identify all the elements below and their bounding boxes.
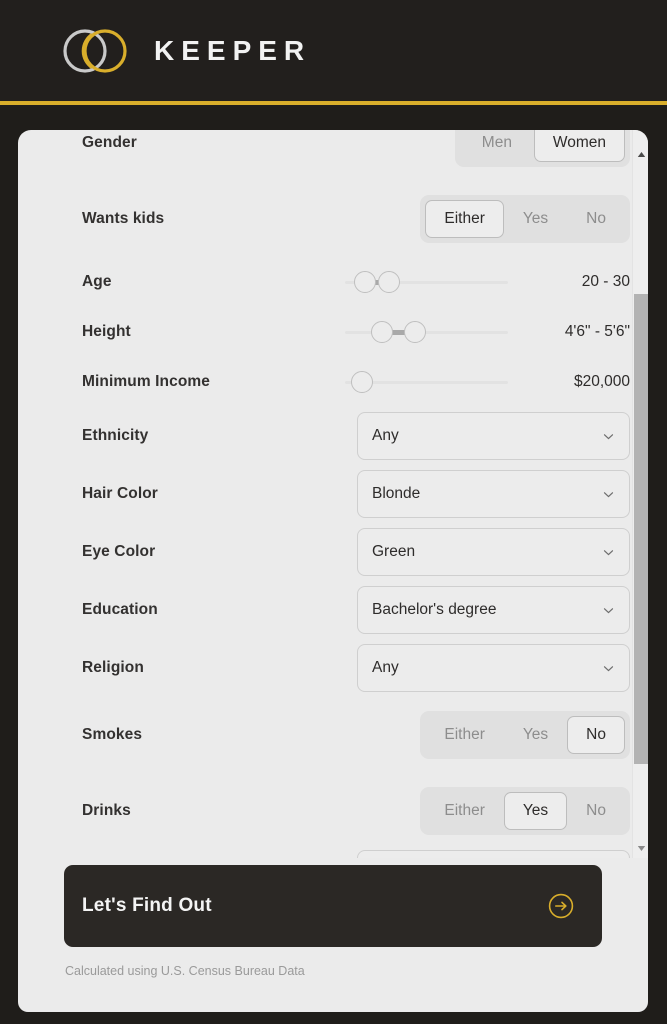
filter-control-gender: Men Women xyxy=(454,130,630,167)
segment-drinks-no[interactable]: No xyxy=(567,792,625,830)
segment-wants-kids-no[interactable]: No xyxy=(567,200,625,238)
segmented-control-drinks: Either Yes No xyxy=(420,787,630,835)
chevron-down-icon xyxy=(603,665,614,671)
range-slider-height[interactable] xyxy=(345,319,508,345)
segment-smokes-either[interactable]: Either xyxy=(425,716,504,754)
chevron-down-icon xyxy=(603,607,614,613)
slider-handle-max[interactable] xyxy=(404,321,426,343)
scrollbar-up-button[interactable] xyxy=(633,146,648,162)
filter-control-drinks: Either Yes No xyxy=(420,787,630,835)
filter-row-partial xyxy=(18,849,630,858)
filter-row-education: Education Bachelor's degree xyxy=(18,581,630,639)
triangle-up-icon xyxy=(637,151,645,157)
filters-list: Gender Men Women Wants kids Either Yes N… xyxy=(18,130,630,858)
slider-track xyxy=(345,331,508,334)
filter-label-smokes: Smokes xyxy=(82,726,143,743)
segment-wants-kids-yes[interactable]: Yes xyxy=(504,200,567,238)
header-accent-rule xyxy=(0,101,667,105)
segment-smokes-yes[interactable]: Yes xyxy=(504,716,567,754)
filter-control-wants-kids: Either Yes No xyxy=(420,195,630,243)
filters-card: Gender Men Women Wants kids Either Yes N… xyxy=(18,130,648,1012)
filter-label-height: Height xyxy=(82,323,131,340)
segment-drinks-yes[interactable]: Yes xyxy=(503,792,568,830)
filter-control-religion: Any xyxy=(357,644,630,692)
filters-scroll-viewport[interactable]: Gender Men Women Wants kids Either Yes N… xyxy=(18,130,648,858)
dropdown-hair-color[interactable]: Blonde xyxy=(357,470,630,518)
segment-smokes-no[interactable]: No xyxy=(567,716,625,754)
filter-value-height: 4'6" - 5'6" xyxy=(564,323,630,340)
segment-gender-women[interactable]: Women xyxy=(533,130,625,162)
filter-control-smokes: Either Yes No xyxy=(420,711,630,759)
segment-wants-kids-either[interactable]: Either xyxy=(425,200,504,238)
segment-drinks-either[interactable]: Either xyxy=(425,792,504,830)
filter-control-hair-color: Blonde xyxy=(357,470,630,518)
slider-handle-min[interactable] xyxy=(354,271,376,293)
filter-label-religion: Religion xyxy=(82,659,144,676)
brand-wordmark: KEEPER xyxy=(154,34,312,66)
scrollbar-thumb[interactable] xyxy=(634,294,648,764)
filter-control-minimum-income: $20,000 xyxy=(345,369,630,395)
lets-find-out-button[interactable]: Let's Find Out xyxy=(64,865,602,947)
filter-control-eye-color: Green xyxy=(357,528,630,576)
dropdown-education[interactable]: Bachelor's degree xyxy=(357,586,630,634)
filter-value-age: 20 - 30 xyxy=(581,273,630,290)
filter-label-eye-color: Eye Color xyxy=(82,543,156,560)
slider-handle-min[interactable] xyxy=(371,321,393,343)
filter-row-eye-color: Eye Color Green xyxy=(18,523,630,581)
dropdown-value-education: Bachelor's degree xyxy=(372,601,497,618)
dropdown-ethnicity[interactable]: Any xyxy=(357,412,630,460)
dropdown-religion[interactable]: Any xyxy=(357,644,630,692)
scrollbar-down-button[interactable] xyxy=(633,840,648,856)
filter-control-education: Bachelor's degree xyxy=(357,586,630,634)
filter-row-religion: Religion Any xyxy=(18,639,630,697)
filter-label-gender: Gender xyxy=(82,134,137,151)
filter-row-wants-kids: Wants kids Either Yes No xyxy=(18,181,630,257)
filter-row-ethnicity: Ethnicity Any xyxy=(18,407,630,465)
arrow-right-circle-icon xyxy=(548,893,574,919)
slider-handle-value[interactable] xyxy=(351,371,373,393)
filter-row-height: Height 4'6" - 5'6" xyxy=(18,307,630,357)
filter-control-height: 4'6" - 5'6" xyxy=(345,319,630,345)
dropdown-eye-color[interactable]: Green xyxy=(357,528,630,576)
filter-row-smokes: Smokes Either Yes No xyxy=(18,697,630,773)
dropdown-value-ethnicity: Any xyxy=(372,427,399,444)
filter-label-minimum-income: Minimum Income xyxy=(82,373,210,390)
filter-label-drinks: Drinks xyxy=(82,802,131,819)
segment-gender-men[interactable]: Men xyxy=(460,130,534,162)
dropdown-value-religion: Any xyxy=(372,659,399,676)
filter-label-education: Education xyxy=(82,601,158,618)
segmented-control-smokes: Either Yes No xyxy=(420,711,630,759)
chevron-down-icon xyxy=(603,491,614,497)
two-interlocking-rings-icon xyxy=(63,28,127,73)
filter-control-ethnicity: Any xyxy=(357,412,630,460)
segmented-control-gender: Men Women xyxy=(454,130,630,167)
data-source-footnote: Calculated using U.S. Census Bureau Data xyxy=(65,964,305,978)
filter-value-minimum-income: $20,000 xyxy=(573,373,630,390)
filter-control-age: 20 - 30 xyxy=(345,269,630,295)
dropdown-partial[interactable] xyxy=(357,850,630,858)
slider-handle-max[interactable] xyxy=(378,271,400,293)
brand-logo[interactable]: KEEPER xyxy=(60,26,311,76)
filter-label-wants-kids: Wants kids xyxy=(82,210,165,227)
filter-label-age: Age xyxy=(82,273,112,290)
filter-row-hair-color: Hair Color Blonde xyxy=(18,465,630,523)
dropdown-value-eye-color: Green xyxy=(372,543,416,560)
filter-row-gender: Gender Men Women xyxy=(18,130,630,181)
lets-find-out-label: Let's Find Out xyxy=(82,895,212,916)
single-slider-minimum-income[interactable] xyxy=(345,369,508,395)
range-slider-age[interactable] xyxy=(345,269,508,295)
filter-row-age: Age 20 - 30 xyxy=(18,257,630,307)
chevron-down-icon xyxy=(603,433,614,439)
chevron-down-icon xyxy=(603,549,614,555)
app-header: KEEPER xyxy=(0,0,667,105)
filter-label-hair-color: Hair Color xyxy=(82,485,158,502)
segmented-control-wants-kids: Either Yes No xyxy=(420,195,630,243)
triangle-down-icon xyxy=(637,845,645,851)
filter-row-minimum-income: Minimum Income $20,000 xyxy=(18,357,630,407)
filter-label-ethnicity: Ethnicity xyxy=(82,427,149,444)
scrollbar[interactable] xyxy=(632,130,648,858)
filter-row-drinks: Drinks Either Yes No xyxy=(18,773,630,849)
dropdown-value-hair-color: Blonde xyxy=(372,485,421,502)
